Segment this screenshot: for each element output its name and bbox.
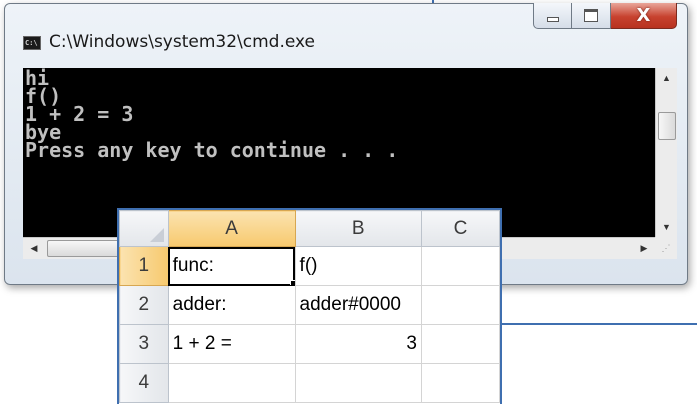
spreadsheet-grid: A B C 1 func: f() 2 adder: adder#0000 3 … [119,210,500,403]
row-header-4[interactable]: 4 [119,363,169,403]
table-row: 4 [119,363,500,403]
minimize-icon [546,17,559,22]
console-output: hi f() 1 + 2 = 3 bye Press any key to co… [25,66,399,162]
horizontal-scroll-thumb[interactable] [47,240,119,257]
spreadsheet-snippet: A B C 1 func: f() 2 adder: adder#0000 3 … [117,208,502,404]
window-title: C:\Windows\system32\cmd.exe [49,32,316,52]
column-header-b[interactable]: B [294,210,422,247]
maximize-button[interactable] [572,3,611,29]
row-header-2[interactable]: 2 [119,285,169,325]
connector-line-right [500,323,697,325]
caption-buttons: X [533,3,677,29]
cell-b1[interactable]: f() [294,246,422,286]
table-row: 2 adder: adder#0000 [119,285,500,325]
column-header-c[interactable]: C [420,210,500,247]
cell-c2[interactable] [420,285,500,325]
resize-grip-icon[interactable]: ⋰ [655,237,677,259]
scroll-left-icon[interactable]: ◀ [23,238,45,259]
cell-b4[interactable] [294,363,422,403]
table-row: 1 func: f() [119,246,500,286]
select-all-corner[interactable] [119,210,169,247]
close-icon: X [636,5,651,26]
cell-a2[interactable]: adder: [167,285,296,325]
scroll-right-icon[interactable]: ▶ [633,238,655,259]
cell-b2[interactable]: adder#0000 [294,285,422,325]
maximize-icon [584,9,598,22]
scroll-up-icon[interactable]: ▲ [656,68,677,88]
cell-a4[interactable] [167,363,296,403]
cmd-icon[interactable]: C:\ [23,36,41,50]
vertical-scroll-thumb[interactable] [658,112,676,140]
close-button[interactable]: X [611,3,677,29]
column-header-a[interactable]: A [167,210,296,247]
cell-c3[interactable] [420,324,500,364]
cell-b3[interactable]: 3 [294,324,422,364]
vertical-scrollbar[interactable]: ▲ ▼ [655,68,677,237]
table-row: 3 1 + 2 = 3 [119,324,500,364]
fill-handle[interactable] [289,280,295,285]
scroll-down-icon[interactable]: ▼ [656,217,677,237]
cell-c1[interactable] [420,246,500,286]
cell-a1-value: func: [172,255,214,276]
column-header-row: A B C [119,210,500,247]
row-header-1[interactable]: 1 [119,246,169,286]
cell-c4[interactable] [420,363,500,403]
cell-a1[interactable]: func: [167,246,296,286]
title-bar[interactable]: C:\ C:\Windows\system32\cmd.exe X [5,3,687,62]
select-all-icon [149,228,164,242]
minimize-button[interactable] [533,3,572,29]
row-header-3[interactable]: 3 [119,324,169,364]
cell-a3[interactable]: 1 + 2 = [167,324,296,364]
